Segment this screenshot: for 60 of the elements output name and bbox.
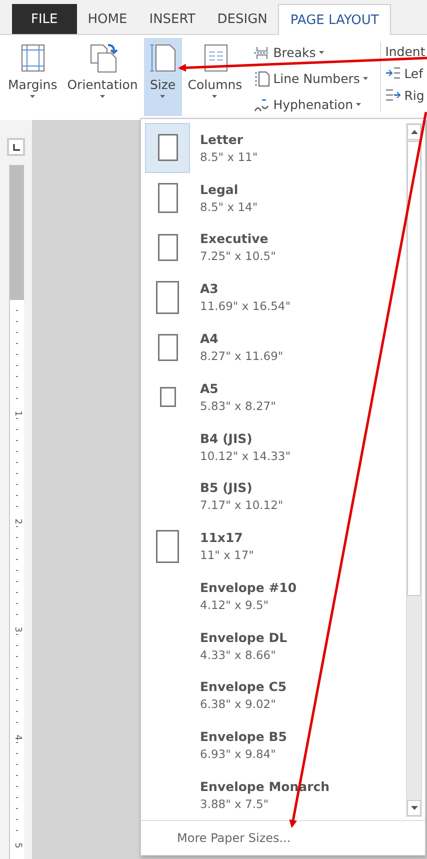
ribbon-button[interactable]: Columns: [184, 38, 246, 116]
indent-label: Rig: [404, 88, 424, 102]
file-tab[interactable]: FILE: [12, 4, 77, 34]
ruler-number: 1: [12, 410, 21, 416]
line-numbers-icon: [254, 70, 270, 86]
ribbon-button[interactable]: Size: [144, 38, 182, 116]
indent-left-icon: [385, 65, 402, 81]
ruler-number: 2: [12, 518, 21, 524]
paper-size-option[interactable]: Envelope DL 4.33" x 8.66": [145, 620, 406, 671]
page-icon: [158, 134, 178, 162]
ribbon-tab[interactable]: DESIGN: [206, 4, 278, 34]
page-icon: [158, 234, 178, 261]
page-icon: [158, 182, 178, 213]
ruler-number: 4: [12, 734, 21, 740]
caret-icon: [100, 95, 105, 98]
paper-size-option[interactable]: Envelope C5 6.38" x 9.02": [145, 670, 406, 720]
paper-size-option[interactable]: 11x17 11" x 17": [145, 521, 406, 572]
paper-size-option[interactable]: Letter 8.5" x 11": [145, 123, 406, 173]
paper-size-option[interactable]: Envelope B5 6.93" x 9.84": [145, 720, 406, 770]
scroll-up-icon[interactable]: [410, 130, 418, 134]
ribbon-tab[interactable]: PAGE LAYOUT: [278, 4, 391, 35]
paper-size-option[interactable]: A4 8.27" x 11.69": [145, 322, 406, 372]
caret-icon: [356, 103, 362, 106]
page-icon: [156, 280, 179, 314]
caret-icon: [30, 95, 36, 98]
ribbon-tab[interactable]: INSERT: [138, 4, 206, 34]
more-paper-sizes-link[interactable]: More Paper Sizes...: [177, 831, 291, 845]
scrollbar[interactable]: [406, 123, 422, 817]
tab-stop-selector[interactable]: [7, 138, 25, 156]
paper-size-option[interactable]: B5 (JIS) 7.17" x 10.12": [145, 471, 406, 522]
ribbon-button[interactable]: Line Numbers: [254, 68, 378, 89]
caret-icon: [212, 95, 218, 98]
page-icon: [158, 334, 178, 361]
ribbon-button[interactable]: Hyphenation: [254, 94, 378, 115]
ribbon-button[interactable]: Breaks: [254, 42, 378, 63]
ribbon-button[interactable]: Margins: [4, 38, 62, 116]
scroll-down-icon[interactable]: [410, 806, 418, 810]
breaks-icon: [254, 44, 270, 60]
ruler-number: 5: [12, 842, 21, 848]
hyphenation-icon: [254, 96, 270, 112]
orientation-icon: [88, 42, 118, 74]
paper-size-option[interactable]: A5 5.83" x 8.27": [145, 372, 406, 422]
indent-label: Lef: [404, 66, 424, 80]
ruler-number: 3: [12, 626, 21, 632]
ribbon-tab[interactable]: HOME: [76, 4, 138, 34]
caret-icon: [160, 95, 166, 98]
ribbon-button[interactable]: Orientation: [63, 38, 142, 116]
paper-size-option[interactable]: B4 (JIS) 10.12" x 14.33": [145, 422, 406, 472]
indent-right-icon: [385, 87, 402, 103]
paper-size-option[interactable]: Envelope #10 4.12" x 9.5": [145, 571, 406, 621]
paper-size-option[interactable]: Legal 8.5" x 14": [145, 172, 406, 223]
paper-size-option[interactable]: Executive 7.25" x 10.5": [145, 222, 406, 272]
left-tab-icon: [12, 144, 20, 150]
caret-icon: [318, 51, 324, 54]
page-icon: [160, 386, 176, 407]
page-size-icon: [148, 42, 178, 74]
page-icon: [156, 530, 179, 563]
group-label: Indent: [385, 44, 426, 59]
caret-icon: [362, 77, 368, 80]
paper-size-option[interactable]: A3 11.69" x 16.54": [145, 272, 406, 322]
